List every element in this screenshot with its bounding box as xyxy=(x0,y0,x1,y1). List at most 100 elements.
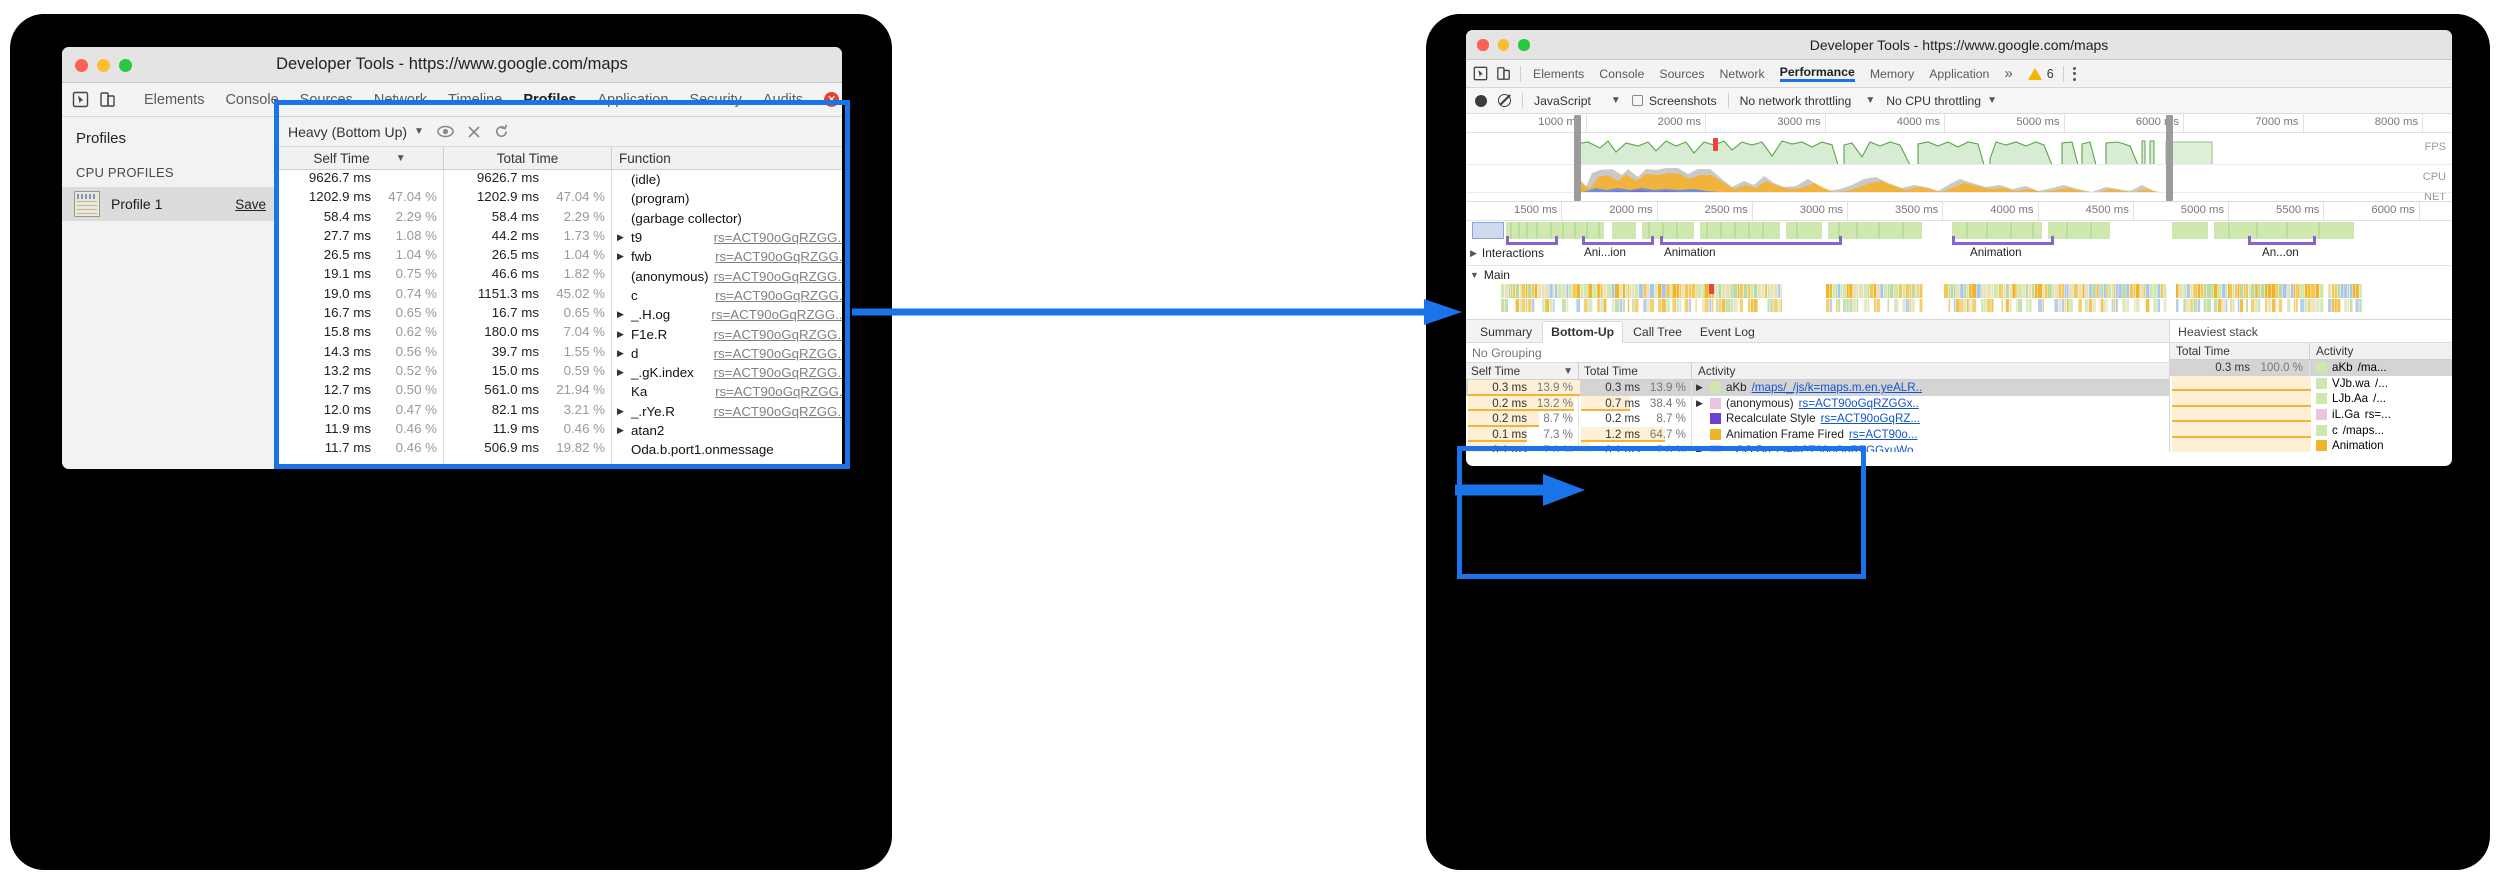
animation-chip-3[interactable]: Animation xyxy=(1970,246,2022,259)
table-row[interactable]: 14.3 ms0.56 %39.7 ms1.55 %▶drs=ACT90oGqR… xyxy=(276,344,842,363)
animation-chip-1[interactable]: Ani...ion xyxy=(1584,246,1626,259)
tab-sources[interactable]: Sources xyxy=(300,92,353,108)
expand-triangle-icon[interactable]: ▶ xyxy=(1696,398,1705,409)
activity-source-link[interactable]: /... xyxy=(2373,392,2386,405)
table-row[interactable]: 11.9 ms0.46 %11.9 ms0.46 %▶atan2 xyxy=(276,421,842,440)
table-row[interactable]: rs=ACT90oGqRZGG...wVKUIgM95Hw:88 xyxy=(276,459,842,469)
zoom-window-button-right[interactable] xyxy=(1518,39,1530,51)
zoom-window-button[interactable] xyxy=(119,59,132,72)
save-profile-link[interactable]: Save xyxy=(235,197,266,212)
tab-elements[interactable]: Elements xyxy=(144,92,204,108)
tab-profiles[interactable]: Profiles xyxy=(523,92,576,108)
tab-console-right[interactable]: Console xyxy=(1599,67,1644,81)
minimize-window-button[interactable] xyxy=(97,59,110,72)
expand-triangle-icon[interactable]: ▶ xyxy=(1696,445,1705,452)
cell-activity[interactable]: aKb/ma... xyxy=(2310,361,2452,374)
activity-source-link[interactable]: rs=... xyxy=(2365,408,2391,421)
record-icon[interactable] xyxy=(1475,95,1487,107)
bu-column-header-total-time[interactable]: Total Time xyxy=(1579,363,1692,379)
activity-source-link[interactable]: rs=ACT90oGqRZGGx.. xyxy=(1799,397,1919,410)
main-track-header[interactable]: ▼ Main xyxy=(1466,265,2452,284)
heaviest-stack-rows[interactable]: 0.3 ms100.0 %aKb/ma...0.3 ms100.0 %VJb.w… xyxy=(2170,360,2452,452)
sidebar-item-profile-1[interactable]: Profile 1 Save xyxy=(62,187,275,221)
expand-triangle-icon[interactable]: ▶ xyxy=(617,425,626,436)
bu-column-header-activity[interactable]: Activity xyxy=(1692,364,2169,378)
activity-source-link[interactable]: rs=ACT90o... xyxy=(1849,428,1918,441)
cell-function[interactable]: ▶F1e.Rrs=ACT90oGqRZGG...VKUIgM95Hw:838 xyxy=(612,327,842,342)
cell-function[interactable]: Oda.b.port1.onmessage xyxy=(612,442,842,457)
cell-function[interactable]: (anonymous)rs=ACT90oGqRZGG...VKUIgM95Hw:… xyxy=(612,269,842,284)
tab-elements-right[interactable]: Elements xyxy=(1533,67,1584,81)
tab-application[interactable]: Application xyxy=(598,92,669,108)
bu-column-header-self-time[interactable]: Self Time ▼ xyxy=(1466,363,1579,379)
table-row[interactable]: 0.3 ms100.0 %Animation xyxy=(2170,438,2452,452)
source-link[interactable]: rs=ACT90oGqRZGG...VKUIgM95Hw:713 xyxy=(714,230,842,245)
cell-activity[interactable]: Animation Frame Firedrs=ACT90o... xyxy=(1692,428,2169,441)
cell-activity[interactable]: Recalculate Stylers=ACT90oGqRZ... xyxy=(1692,412,2169,425)
expand-triangle-icon[interactable]: ▶ xyxy=(617,406,626,417)
hs-column-header-activity[interactable]: Activity xyxy=(2310,344,2452,358)
tab-console[interactable]: Console xyxy=(225,92,278,108)
table-row[interactable]: 0.3 ms100.0 %LJb.Aa/... xyxy=(2170,391,2452,407)
table-row[interactable]: 12.0 ms0.47 %82.1 ms3.21 %▶_.rYe.Rrs=ACT… xyxy=(276,402,842,421)
minimize-window-button-right[interactable] xyxy=(1498,39,1510,51)
tab-application-right[interactable]: Application xyxy=(1929,67,1989,81)
clear-icon[interactable] xyxy=(1498,94,1511,107)
table-row[interactable]: 19.0 ms0.74 %1151.3 ms45.02 %crs=ACT90oG… xyxy=(276,286,842,305)
cell-activity[interactable]: ▶aKb/maps/_/js/k=maps.m.en.yeALR.. xyxy=(1692,381,2169,394)
cell-function[interactable]: Kars=ACT90oGqRZGG...KUIgM95Hw:1799 xyxy=(612,384,842,399)
cell-function[interactable]: ▶_.H.ogrs=ACT90oGqRZGG...wVKUIgM95Hw:78 xyxy=(612,307,842,322)
table-row[interactable]: 0.3 ms100.0 %aKb/ma... xyxy=(2170,360,2452,376)
view-mode-select[interactable]: Heavy (Bottom Up) ▼ xyxy=(288,124,424,140)
table-row[interactable]: 0.1 ms7.3 %1.2 ms64.7 %Animation Frame F… xyxy=(1466,427,2169,443)
table-row[interactable]: 15.8 ms0.62 %180.0 ms7.04 %▶F1e.Rrs=ACT9… xyxy=(276,324,842,343)
cpu-throttling-select[interactable]: No CPU throttling ▼ xyxy=(1886,94,1997,108)
cell-activity[interactable]: ▶(anonymous)rs=ACT90oGqRZGGx.. xyxy=(1692,397,2169,410)
capture-settings-select[interactable]: JavaScript ▼ xyxy=(1534,94,1621,108)
tab-network-right[interactable]: Network xyxy=(1720,67,1765,81)
close-window-button[interactable] xyxy=(75,59,88,72)
activity-source-link[interactable]: /... xyxy=(2375,377,2388,390)
animation-chip-2[interactable]: Animation xyxy=(1664,246,1716,259)
warning-badge[interactable]: 6 xyxy=(2028,67,2054,81)
cell-activity[interactable]: VJb.wa/... xyxy=(2310,377,2452,390)
tab-performance[interactable]: Performance xyxy=(1780,65,1855,82)
tab-memory[interactable]: Memory xyxy=(1870,67,1914,81)
inspect-element-icon-right[interactable] xyxy=(1473,66,1488,81)
performance-timeline[interactable]: 1500 ms2000 ms2500 ms3000 ms3500 ms4000 … xyxy=(1466,202,2452,319)
screenshots-checkbox[interactable]: Screenshots xyxy=(1632,94,1717,108)
cell-function[interactable]: ▶fwbrs=ACT90oGqRZGG...KUIgM95Hw:1661 xyxy=(612,249,842,264)
refresh-icon[interactable] xyxy=(494,124,509,139)
tab-call-tree[interactable]: Call Tree xyxy=(1625,322,1690,342)
source-link[interactable]: rs=ACT90oGqRZGG...VKUIgM95Hw:381 xyxy=(714,365,842,380)
source-link[interactable]: rs=ACT90oGqRZGG...VKUIgM95Hw:838 xyxy=(714,327,842,342)
source-link[interactable]: rs=ACT90oGqRZGG...KUIgM95Hw:1799 xyxy=(715,384,842,399)
table-row[interactable]: 16.7 ms0.65 %16.7 ms0.65 %▶_.H.ogrs=ACT9… xyxy=(276,305,842,324)
tab-security[interactable]: Security xyxy=(689,92,741,108)
source-link[interactable]: rs=ACT90oGqRZGG...wVKUIgM95Hw:78 xyxy=(711,307,842,322)
source-link[interactable]: rs=ACT90oGqRZGG...wVKUIgM95Hw:88 xyxy=(711,462,842,469)
table-row[interactable]: 0.3 ms13.9 %0.3 ms13.9 %▶aKb/maps/_/js/k… xyxy=(1466,380,2169,396)
cell-function[interactable]: crs=ACT90oGqRZGG...KUIgM95Hw:1929 xyxy=(612,288,842,303)
window-traffic-lights[interactable] xyxy=(75,59,132,72)
column-header-total-time[interactable]: Total Time xyxy=(444,147,612,169)
overview-scrubber-left[interactable] xyxy=(1574,115,1581,201)
expand-triangle-icon[interactable]: ▶ xyxy=(1470,248,1477,259)
table-row[interactable]: 19.1 ms0.75 %46.6 ms1.82 %(anonymous)rs=… xyxy=(276,266,842,285)
error-badge[interactable]: ✕ 1 xyxy=(824,92,842,107)
column-header-function[interactable]: Function xyxy=(612,151,842,166)
interactions-track[interactable]: ▶ Interactions Ani...ion Animation Anima… xyxy=(1466,241,2452,265)
table-row[interactable]: 0.3 ms100.0 %iL.Gars=... xyxy=(2170,407,2452,423)
activity-source-link[interactable]: rs=ACT90oGqRZGGxuWo... xyxy=(1776,444,1923,452)
close-window-button-right[interactable] xyxy=(1477,39,1489,51)
profile-grid-body[interactable]: 9626.7 ms9626.7 ms(idle)1202.9 ms47.04 %… xyxy=(276,170,842,469)
tab-sources-right[interactable]: Sources xyxy=(1659,67,1704,81)
cell-function[interactable]: ▶atan2 xyxy=(612,423,842,438)
table-row[interactable]: 1202.9 ms47.04 %1202.9 ms47.04 %(program… xyxy=(276,189,842,208)
table-row[interactable]: 12.7 ms0.50 %561.0 ms21.94 %Kars=ACT90oG… xyxy=(276,382,842,401)
table-row[interactable]: 26.5 ms1.04 %26.5 ms1.04 %▶fwbrs=ACT90oG… xyxy=(276,247,842,266)
cell-activity[interactable]: ▶_.CG.Dars=ACT90oGqRZGGxuWo... xyxy=(1692,444,2169,452)
cell-function[interactable]: (program) xyxy=(612,191,842,206)
table-row[interactable]: 27.7 ms1.08 %44.2 ms1.73 %▶t9rs=ACT90oGq… xyxy=(276,228,842,247)
source-link[interactable]: rs=ACT90oGqRZGG...KUIgM95Hw:1661 xyxy=(715,249,842,264)
